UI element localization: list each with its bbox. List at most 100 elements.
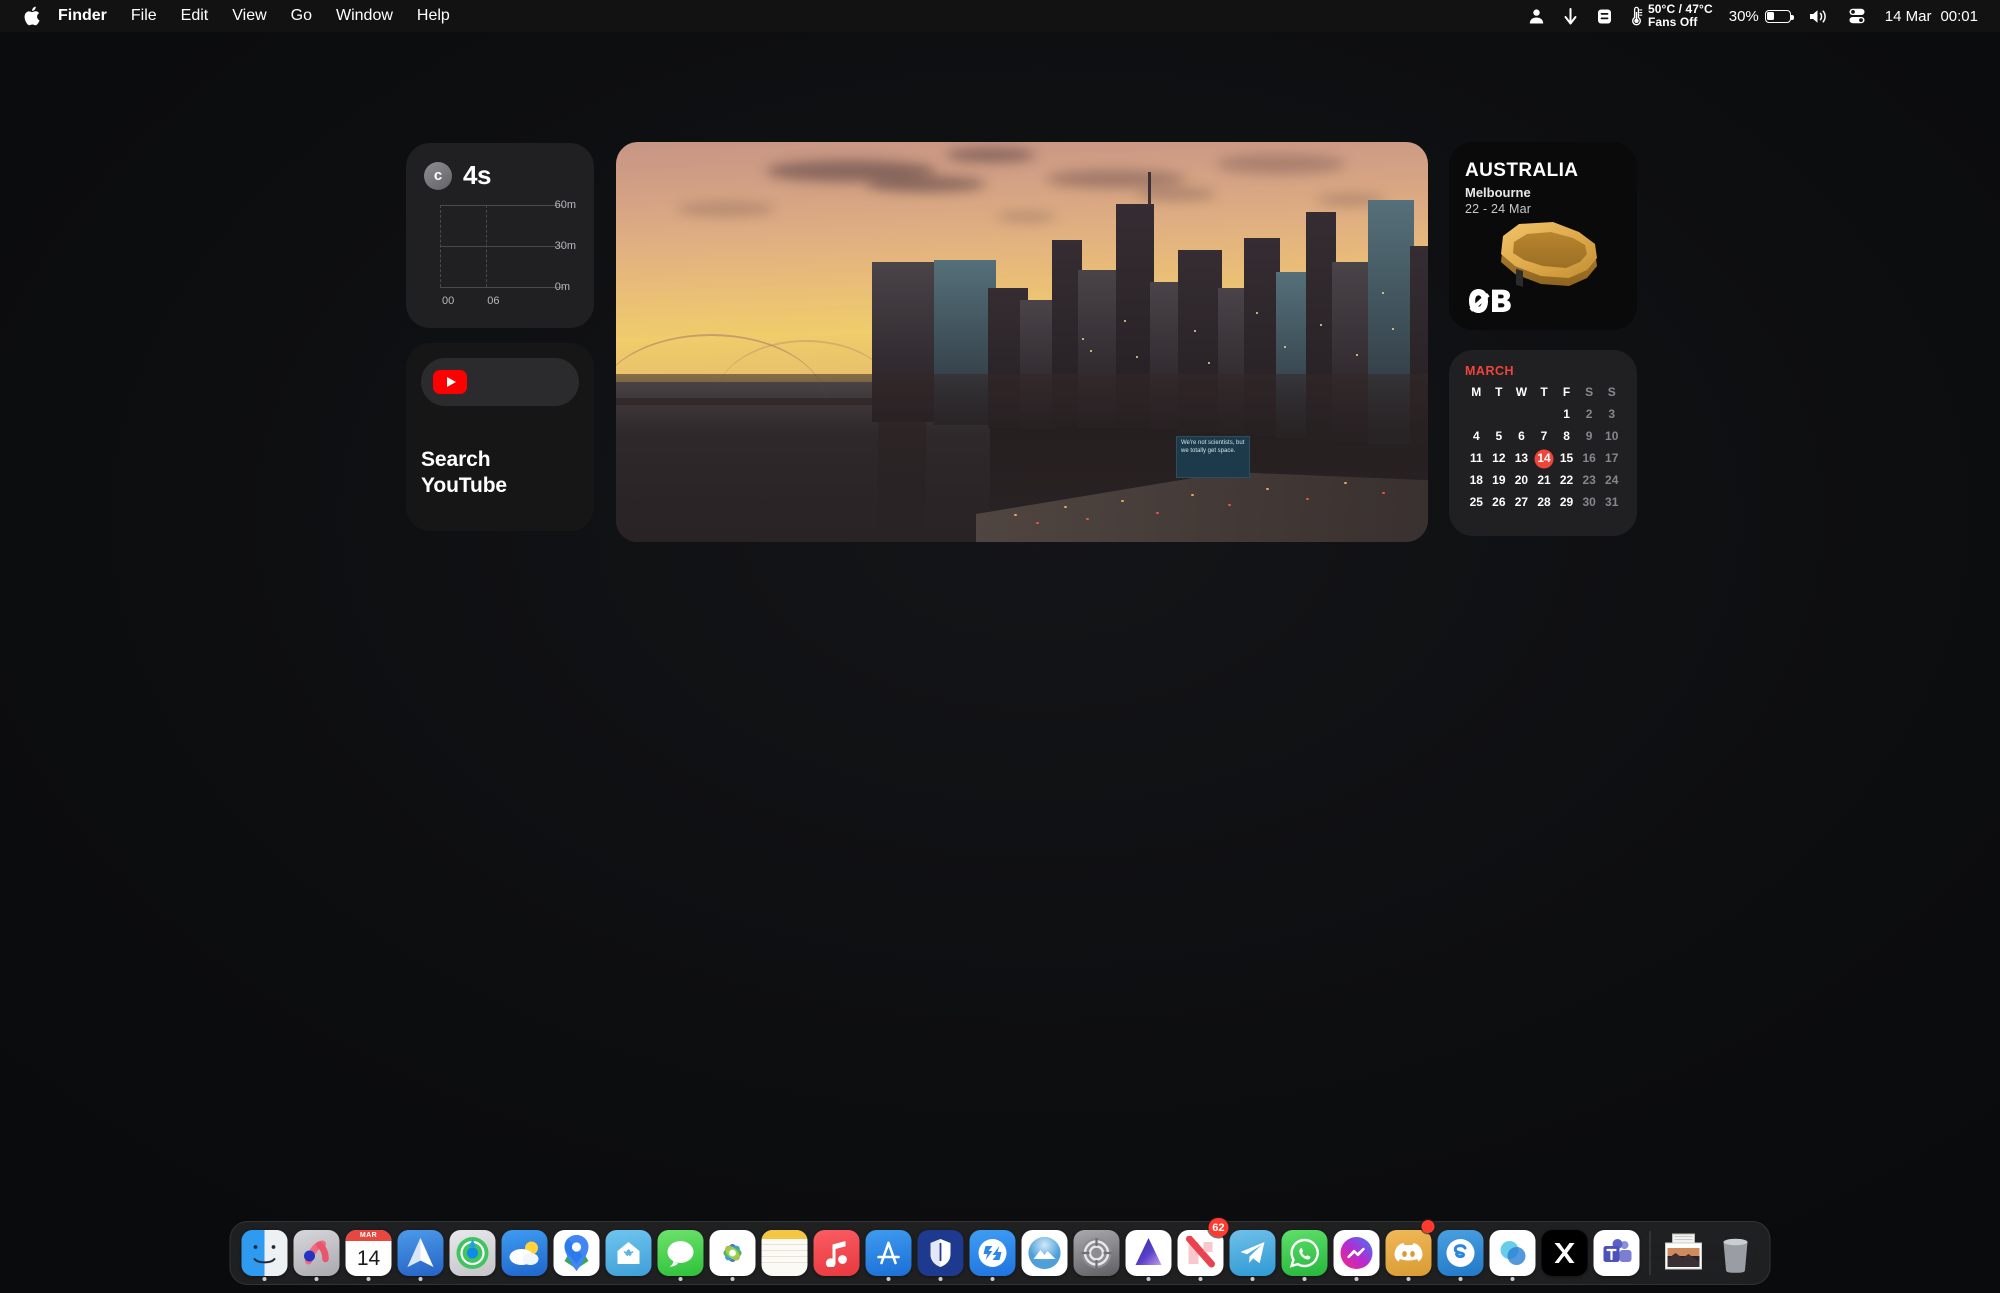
person-icon[interactable] (1519, 8, 1554, 25)
dock-item-x-twitter[interactable] (1539, 1221, 1591, 1285)
calendar-day-header: F (1555, 385, 1578, 401)
app-store-icon (875, 1239, 903, 1267)
calendar-widget[interactable]: MARCH MTWTFSS123456789101112131415161718… (1449, 350, 1637, 536)
dock-item-trash[interactable] (1710, 1221, 1762, 1285)
battery-icon (1765, 10, 1791, 23)
dock-item-notes[interactable] (759, 1221, 811, 1285)
youtube-search-widget[interactable]: Search YouTube (406, 343, 594, 531)
dock-item-messages[interactable] (655, 1221, 707, 1285)
dock-item-spark[interactable] (395, 1221, 447, 1285)
speaker-icon[interactable] (1799, 8, 1839, 25)
dock-item-find-my[interactable] (447, 1221, 499, 1285)
photos-widget[interactable]: We're not scientists, but we totally get… (616, 142, 1428, 542)
calendar-day[interactable]: 18 (1465, 472, 1488, 489)
calendar-day[interactable]: 29 (1555, 494, 1578, 511)
dock-item-remote-desktop[interactable] (967, 1221, 1019, 1285)
dock-item-cloud-app[interactable] (1487, 1221, 1539, 1285)
dock-item-messenger[interactable] (1331, 1221, 1383, 1285)
calendar-day[interactable]: 3 (1600, 406, 1623, 423)
dock-item-news[interactable]: 62 (1175, 1221, 1227, 1285)
dock-item-whatsapp[interactable] (1279, 1221, 1331, 1285)
calendar-day[interactable]: 13 (1510, 450, 1533, 467)
apple-logo-icon[interactable] (16, 0, 46, 32)
menu-item-window[interactable]: Window (324, 5, 405, 27)
calendar-day[interactable]: 23 (1578, 472, 1601, 489)
menu-item-finder[interactable]: Finder (46, 5, 119, 27)
calendar-day[interactable]: 27 (1510, 494, 1533, 511)
menu-bar-left: Finder File Edit View Go Window Help (16, 0, 462, 32)
calendar-day[interactable]: 2 (1578, 406, 1601, 423)
menu-item-view[interactable]: View (220, 5, 278, 27)
telegram-icon (1239, 1240, 1267, 1266)
dock-item-photos[interactable] (707, 1221, 759, 1285)
dock-item-discord[interactable] (1383, 1221, 1435, 1285)
trash-icon (1718, 1233, 1754, 1273)
calendar-day[interactable]: 17 (1600, 450, 1623, 467)
calendar-day[interactable]: 5 (1488, 428, 1511, 445)
control-center-icon[interactable] (1839, 7, 1875, 25)
dock-item-weather[interactable] (499, 1221, 551, 1285)
calendar-day[interactable]: 10 (1600, 428, 1623, 445)
calendar-day[interactable]: 26 (1488, 494, 1511, 511)
dock-item-skype[interactable] (1435, 1221, 1487, 1285)
dock-item-app-store[interactable] (863, 1221, 915, 1285)
calendar-day[interactable]: 9 (1578, 428, 1601, 445)
dock-item-arc[interactable] (291, 1221, 343, 1285)
dock-item-finder[interactable] (239, 1221, 291, 1285)
dock-item-files-stack[interactable] (1658, 1221, 1710, 1285)
menu-item-help[interactable]: Help (405, 5, 462, 27)
menu-item-go[interactable]: Go (279, 5, 324, 27)
youtube-search-input[interactable] (421, 358, 579, 406)
remote-desktop-icon (976, 1236, 1010, 1270)
music-note-icon (824, 1239, 850, 1267)
calendar-day-today[interactable]: 14 (1533, 450, 1556, 467)
discord-badge (1422, 1220, 1435, 1233)
clock-time: 00:01 (1940, 8, 1978, 25)
dock-item-mountain-app[interactable] (1019, 1221, 1071, 1285)
calendar-day[interactable]: 19 (1488, 472, 1511, 489)
desktop: Finder File Edit View Go Window Help (0, 0, 2000, 1293)
calendar-day[interactable]: 25 (1465, 494, 1488, 511)
dock-item-music[interactable] (811, 1221, 863, 1285)
dock-item-calendar[interactable]: MAR 14 (343, 1221, 395, 1285)
calendar-day[interactable]: 22 (1555, 472, 1578, 489)
calendar-day[interactable]: 6 (1510, 428, 1533, 445)
dock-item-password-manager[interactable] (915, 1221, 967, 1285)
calendar-day[interactable]: 20 (1510, 472, 1533, 489)
battery-status[interactable]: 30% (1721, 8, 1799, 25)
news-icon (1184, 1236, 1218, 1270)
calendar-day[interactable]: 30 (1578, 494, 1601, 511)
calendar-day[interactable]: 11 (1465, 450, 1488, 467)
screen-time-widget[interactable]: c 4s 60m 30m 0m 00 06 (406, 143, 594, 328)
note-list-icon[interactable] (1587, 8, 1622, 25)
menu-bar-clock[interactable]: 14 Mar 00:01 (1875, 8, 1984, 25)
dock-item-google-maps[interactable] (551, 1221, 603, 1285)
dock-item-home[interactable] (603, 1221, 655, 1285)
calendar-day[interactable]: 24 (1600, 472, 1623, 489)
dock-item-system-settings[interactable] (1071, 1221, 1123, 1285)
dock-item-telegram[interactable] (1227, 1221, 1279, 1285)
dock-item-microsoft-teams[interactable] (1591, 1221, 1643, 1285)
calendar-day[interactable]: 12 (1488, 450, 1511, 467)
messenger-icon (1340, 1236, 1374, 1270)
temperature-status[interactable]: 50°C / 47°C Fans Off (1622, 3, 1721, 29)
calendar-icon-month: MAR (346, 1230, 392, 1241)
menu-item-file[interactable]: File (119, 5, 169, 27)
calendar-day[interactable]: 16 (1578, 450, 1601, 467)
dock-item-craft[interactable] (1123, 1221, 1175, 1285)
calendar-day[interactable]: 8 (1555, 428, 1578, 445)
calendar-day[interactable]: 7 (1533, 428, 1556, 445)
calendar-day[interactable]: 4 (1465, 428, 1488, 445)
menu-item-edit[interactable]: Edit (169, 5, 221, 27)
calendar-day (1465, 406, 1488, 423)
calendar-day[interactable]: 31 (1600, 494, 1623, 511)
calendar-day[interactable]: 21 (1533, 472, 1556, 489)
f1-race-widget[interactable]: AUSTRALIA Melbourne 22 - 24 Mar (1449, 142, 1637, 330)
calendar-day[interactable]: 15 (1555, 450, 1578, 467)
news-badge: 62 (1208, 1218, 1228, 1237)
home-icon (615, 1239, 643, 1267)
calendar-day[interactable]: 1 (1555, 406, 1578, 423)
download-arrow-icon[interactable] (1554, 8, 1587, 25)
calendar-day (1488, 406, 1511, 423)
calendar-day[interactable]: 28 (1533, 494, 1556, 511)
